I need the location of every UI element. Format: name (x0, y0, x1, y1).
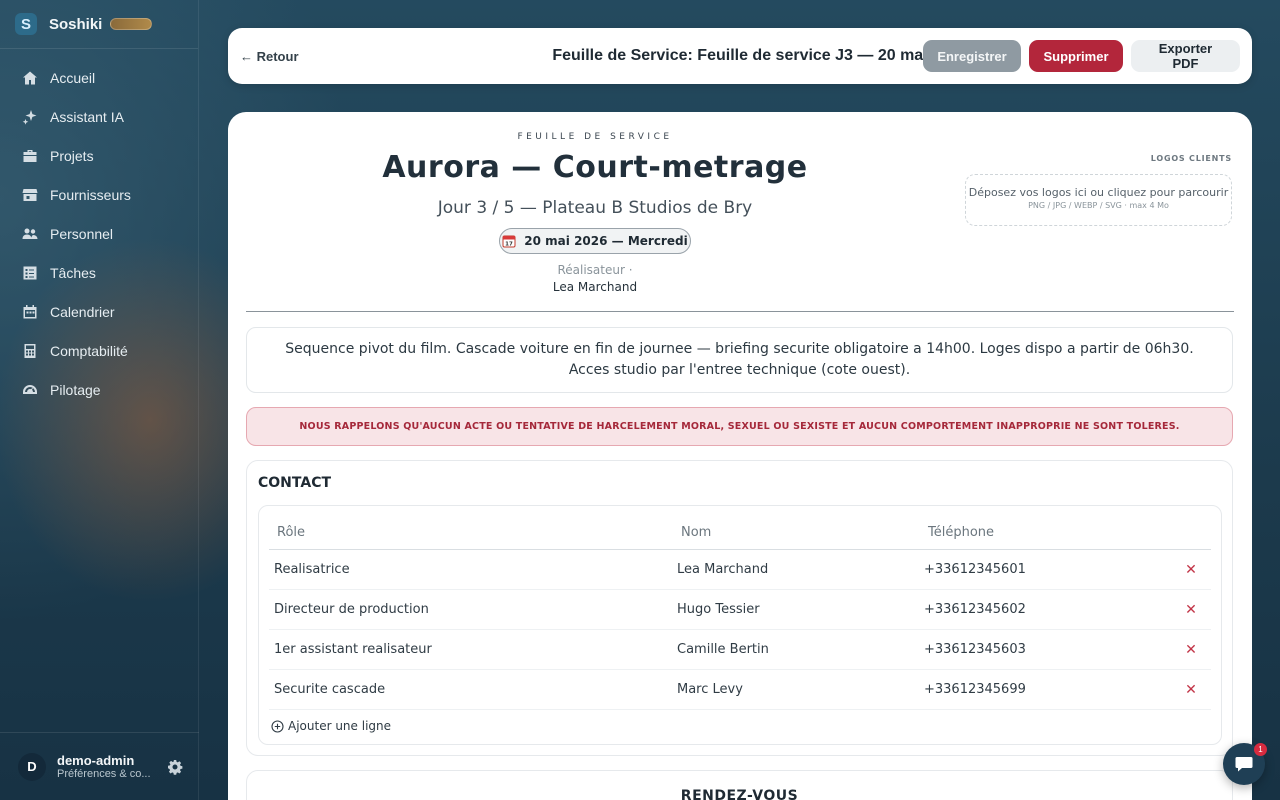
column-header-role: Rôle (277, 525, 306, 540)
remove-row-icon[interactable]: ✕ (1183, 602, 1199, 618)
topbar: ← Retour Feuille de Service: Feuille de … (228, 28, 1252, 84)
chat-notification-badge: 1 (1254, 743, 1267, 756)
table-row: Directeur de production Hugo Tessier +33… (269, 590, 1211, 630)
name-cell[interactable]: Hugo Tessier (677, 602, 760, 617)
phone-cell[interactable]: +33612345603 (924, 642, 1026, 657)
delete-button[interactable]: Supprimer (1029, 40, 1123, 72)
logo-dropzone-formats: PNG / JPG / WEBP / SVG · max 4 Mo (1028, 201, 1169, 210)
export-pdf-button[interactable]: Exporter PDF (1131, 40, 1240, 72)
remove-row-icon[interactable]: ✕ (1183, 642, 1199, 658)
store-icon (22, 187, 38, 203)
svg-text:17: 17 (505, 242, 513, 248)
sheet-title[interactable]: Aurora — Court-metrage (228, 150, 962, 185)
director-name[interactable]: Lea Marchand (228, 280, 962, 294)
sheet-kicker: FEUILLE DE SERVICE (517, 132, 673, 142)
people-icon (22, 226, 38, 242)
logos-label: LOGOS CLIENTS (1150, 154, 1232, 163)
sheet-subtitle[interactable]: Jour 3 / 5 — Plateau B Studios de Bry (228, 198, 962, 218)
logo-dropzone-text: Déposez vos logos ici ou cliquez pour pa… (968, 186, 1229, 199)
calendar-icon: 17 (502, 234, 516, 248)
sidebar-item-accueil[interactable]: Accueil (0, 58, 198, 97)
harassment-warning-banner: NOUS RAPPELONS QU'AUCUN ACTE OU TENTATIV… (246, 407, 1233, 446)
rendezvous-section: RENDEZ-VOUS (246, 770, 1233, 800)
sidebar-item-personnel[interactable]: Personnel (0, 214, 198, 253)
avatar: D (18, 752, 46, 781)
contact-section: CONTACT Rôle Nom Téléphone Realisatrice … (246, 460, 1233, 756)
app-name: Soshiki (49, 15, 103, 33)
sparkle-icon (22, 109, 38, 125)
date-badge[interactable]: 17 20 mai 2026 — Mercredi (499, 228, 691, 254)
phone-cell[interactable]: +33612345699 (924, 682, 1026, 697)
toolbar-actions: Enregistrer Supprimer Exporter PDF (923, 40, 1240, 72)
role-cell[interactable]: Directeur de production (274, 602, 429, 617)
home-icon (22, 70, 38, 86)
sidebar-item-label: Fournisseurs (50, 186, 131, 203)
chat-icon (1235, 757, 1253, 772)
name-cell[interactable]: Lea Marchand (677, 562, 768, 577)
contact-table: Rôle Nom Téléphone Realisatrice Lea Marc… (258, 505, 1222, 745)
sidebar-item-label: Accueil (50, 69, 96, 86)
table-row: Securite cascade Marc Levy +33612345699 … (269, 670, 1211, 710)
date-text: 20 mai 2026 — Mercredi (524, 234, 688, 248)
call-sheet-card: FEUILLE DE SERVICE Aurora — Court-metrag… (228, 112, 1252, 800)
sidebar-nav: Accueil Assistant IA Projets Fournisseur… (0, 49, 198, 409)
sidebar-item-label: Calendrier (50, 303, 115, 320)
sidebar-item-label: Assistant IA (50, 108, 124, 125)
logo-dropzone[interactable]: Déposez vos logos ici ou cliquez pour pa… (965, 174, 1232, 226)
sidebar-item-label: Tâches (50, 264, 96, 281)
phone-cell[interactable]: +33612345601 (924, 562, 1026, 577)
role-cell[interactable]: 1er assistant realisateur (274, 642, 432, 657)
contact-section-title: CONTACT (258, 475, 332, 491)
name-cell[interactable]: Camille Bertin (677, 642, 769, 657)
table-row: 1er assistant realisateur Camille Bertin… (269, 630, 1211, 670)
table-row: Realisatrice Lea Marchand +33612345601 ✕ (269, 550, 1211, 590)
sidebar-item-label: Comptabilité (50, 342, 128, 359)
column-header-name: Nom (681, 525, 712, 540)
sidebar-item-calendrier[interactable]: Calendrier (0, 292, 198, 331)
rendezvous-section-title: RENDEZ-VOUS (680, 788, 799, 800)
sidebar-item-label: Projets (50, 147, 94, 164)
user-info: demo-admin Préférences & co... (57, 753, 155, 780)
gauge-icon (22, 382, 38, 398)
plus-circle-icon (271, 719, 284, 733)
checklist-icon (22, 265, 38, 281)
sidebar-item-pilotage[interactable]: Pilotage (0, 370, 198, 409)
sidebar-item-taches[interactable]: Tâches (0, 253, 198, 292)
user-menu[interactable]: D demo-admin Préférences & co... (0, 732, 199, 800)
sidebar-item-label: Pilotage (50, 381, 101, 398)
brand[interactable]: S Soshiki (0, 0, 198, 49)
back-link[interactable]: ← Retour (240, 49, 299, 64)
role-cell[interactable]: Securite cascade (274, 682, 385, 697)
column-header-phone: Téléphone (928, 525, 995, 540)
sidebar-item-comptabilite[interactable]: Comptabilité (0, 331, 198, 370)
divider (246, 311, 1234, 312)
plan-badge (110, 18, 153, 30)
user-name: demo-admin (57, 753, 135, 768)
sidebar: S Soshiki Accueil Assistant IA Projets F… (0, 0, 199, 800)
table-header: Rôle Nom Téléphone (269, 506, 1211, 550)
director-label: Réalisateur · (557, 263, 633, 277)
brand-logo-icon: S (15, 13, 37, 35)
remove-row-icon[interactable]: ✕ (1183, 562, 1199, 578)
briefcase-icon (22, 148, 38, 164)
notes-field[interactable]: Sequence pivot du film. Cascade voiture … (246, 327, 1233, 393)
sidebar-item-projets[interactable]: Projets (0, 136, 198, 175)
save-button[interactable]: Enregistrer (923, 40, 1021, 72)
user-subtitle: Préférences & co... (57, 768, 151, 780)
calendar-icon (22, 304, 38, 320)
gear-icon[interactable] (167, 759, 183, 775)
add-row-label: Ajouter une ligne (288, 719, 392, 733)
phone-cell[interactable]: +33612345602 (924, 602, 1026, 617)
add-row-button[interactable]: Ajouter une ligne (271, 719, 391, 733)
sidebar-item-fournisseurs[interactable]: Fournisseurs (0, 175, 198, 214)
sidebar-item-label: Personnel (50, 225, 114, 242)
calculator-icon (22, 343, 38, 359)
role-cell[interactable]: Realisatrice (274, 562, 350, 577)
name-cell[interactable]: Marc Levy (677, 682, 743, 697)
remove-row-icon[interactable]: ✕ (1183, 682, 1199, 698)
sidebar-item-assistant-ia[interactable]: Assistant IA (0, 97, 198, 136)
